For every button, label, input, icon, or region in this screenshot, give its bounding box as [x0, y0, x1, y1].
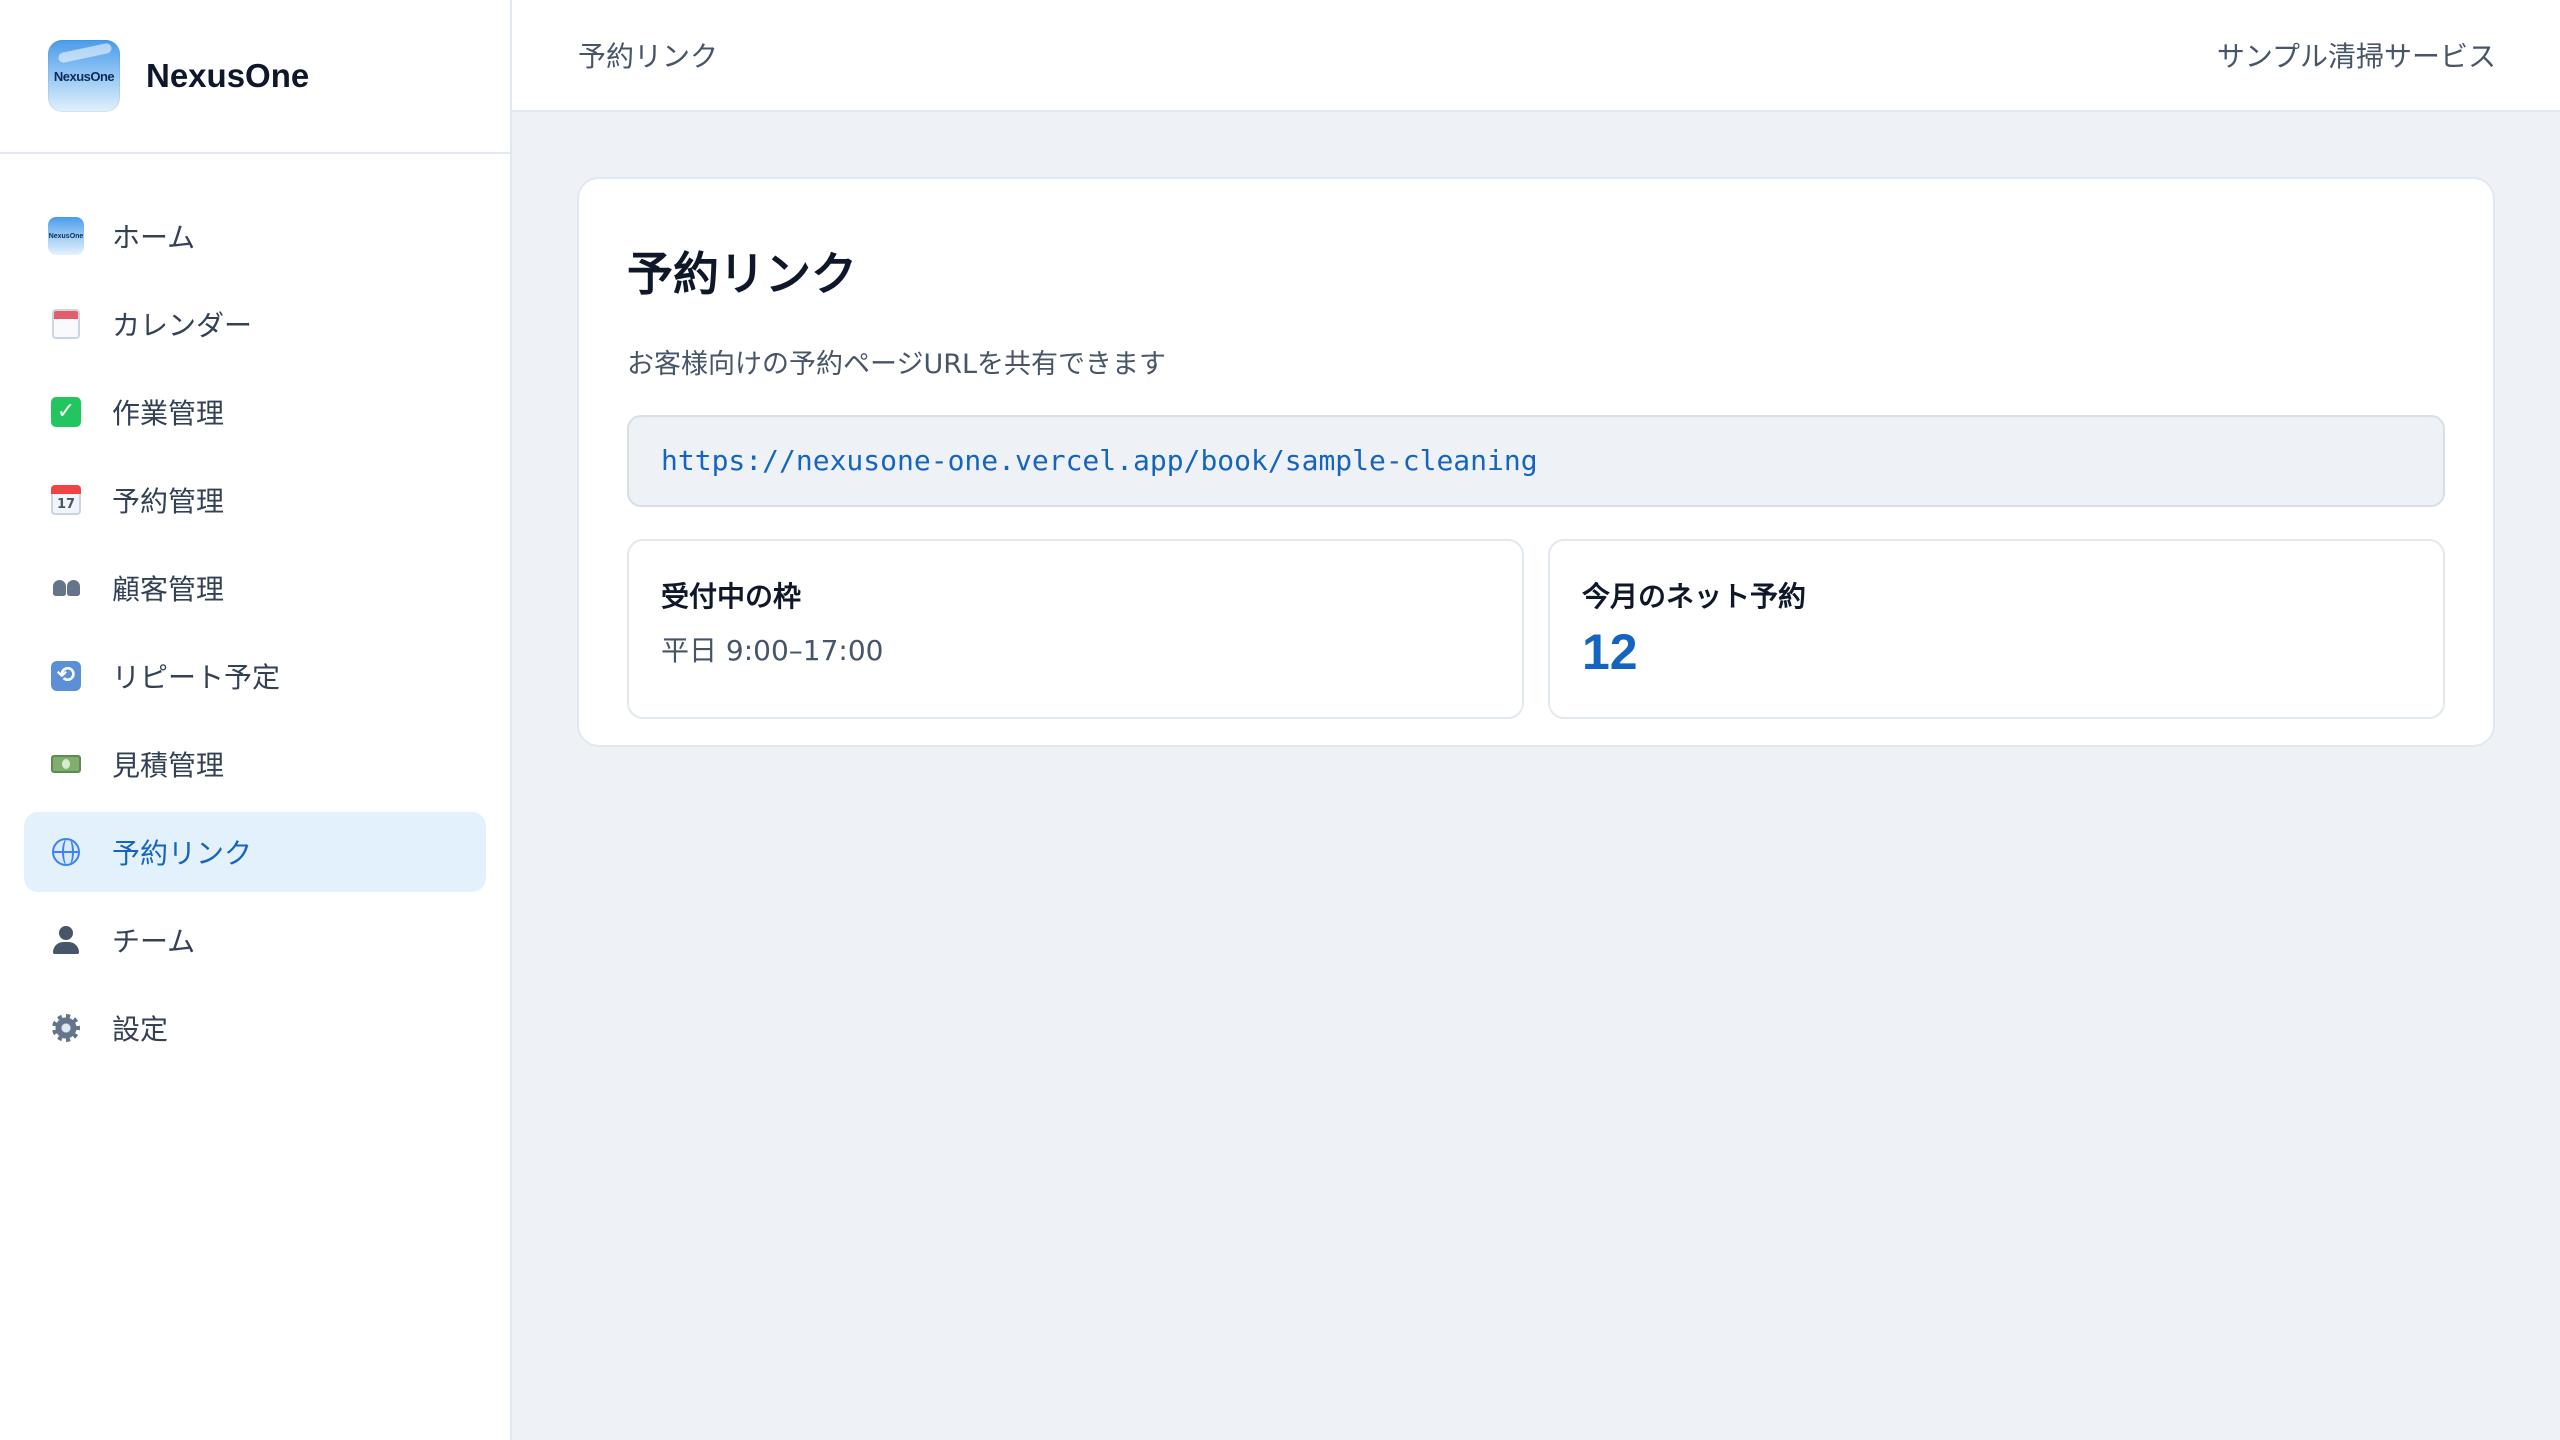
- repeat-icon: ⟲: [48, 658, 84, 694]
- stat-card-monthly-bookings: 今月のネット予約 12: [1548, 538, 2445, 719]
- gear-icon: [48, 1010, 84, 1046]
- app-window: NexusOne NexusOne NexusOne ホーム カレンダー ✓ 作…: [0, 0, 2560, 1440]
- check-box-icon-glyph: ✓: [51, 397, 81, 427]
- stat-label: 受付中の枠: [661, 579, 802, 613]
- sidebar-item-label: カレンダー: [112, 309, 253, 342]
- date-calendar-icon: 17: [48, 482, 84, 518]
- sidebar-item-label: チーム: [112, 925, 196, 958]
- sidebar-item-customers[interactable]: 顧客管理: [24, 548, 486, 628]
- sidebar-item-tasks[interactable]: ✓ 作業管理: [24, 372, 486, 452]
- page-title: 予約リンク: [627, 247, 857, 301]
- booking-link-card: 予約リンク お客様向けの予約ページURLを共有できます https://nexu…: [577, 177, 2495, 747]
- sidebar-item-label: 予約リンク: [112, 837, 253, 870]
- sidebar-item-label: ホーム: [112, 221, 196, 254]
- sidebar-item-label: 予約管理: [112, 485, 225, 518]
- booking-url-field[interactable]: https://nexusone-one.vercel.app/book/sam…: [627, 414, 2445, 507]
- person-icon: [48, 922, 84, 958]
- home-logo-icon-text: NexusOne: [48, 217, 84, 255]
- stat-value: 平日 9:00–17:00: [661, 633, 884, 667]
- sidebar-nav: NexusOne ホーム カレンダー ✓ 作業管理 17 予約管理 顧客管理 ⟲…: [0, 154, 510, 1068]
- brand-header: NexusOne NexusOne: [0, 0, 510, 154]
- logo-streak: [57, 42, 113, 64]
- sidebar-item-label: リピート予定: [112, 661, 281, 694]
- sidebar-item-label: 顧客管理: [112, 573, 225, 606]
- sidebar-item-label: 設定: [112, 1013, 169, 1046]
- sidebar-item-settings[interactable]: 設定: [24, 988, 486, 1068]
- brand-logo[interactable]: NexusOne: [48, 40, 120, 112]
- stat-card-open-slots: 受付中の枠 平日 9:00–17:00: [627, 538, 1524, 719]
- stat-number: 12: [1582, 623, 1638, 680]
- sidebar-item-label: 見積管理: [112, 749, 225, 782]
- breadcrumb: 予約リンク: [578, 40, 719, 73]
- top-bar: 予約リンク サンプル清掃サービス: [512, 0, 2560, 112]
- stat-label: 今月のネット予約: [1582, 579, 1807, 613]
- check-box-icon: ✓: [48, 394, 84, 430]
- sidebar-item-booking-link[interactable]: 予約リンク: [24, 812, 486, 892]
- page-description: お客様向けの予約ページURLを共有できます: [627, 348, 1167, 380]
- date-calendar-icon-text: 17: [51, 485, 81, 515]
- repeat-icon-glyph: ⟲: [51, 661, 81, 691]
- sidebar-item-repeat[interactable]: ⟲ リピート予定: [24, 636, 486, 716]
- logo-text: NexusOne: [53, 68, 115, 84]
- globe-icon: [48, 834, 84, 870]
- sidebar-item-estimates[interactable]: 見積管理: [24, 724, 486, 804]
- sidebar-item-team[interactable]: チーム: [24, 900, 486, 980]
- users-icon: [48, 570, 84, 606]
- sidebar-item-reservations[interactable]: 17 予約管理: [24, 460, 486, 540]
- brand-name: NexusOne: [146, 57, 310, 94]
- calendar-icon: [48, 306, 84, 342]
- stats-row: 受付中の枠 平日 9:00–17:00 今月のネット予約 12: [627, 538, 2445, 719]
- sidebar-item-home[interactable]: NexusOne ホーム: [24, 196, 486, 276]
- money-icon: [48, 746, 84, 782]
- sidebar: NexusOne NexusOne NexusOne ホーム カレンダー ✓ 作…: [0, 0, 512, 1440]
- sidebar-item-label: 作業管理: [112, 397, 225, 430]
- company-name: サンプル清掃サービス: [2216, 40, 2496, 73]
- home-logo-icon: NexusOne: [48, 217, 84, 255]
- sidebar-item-calendar[interactable]: カレンダー: [24, 284, 486, 364]
